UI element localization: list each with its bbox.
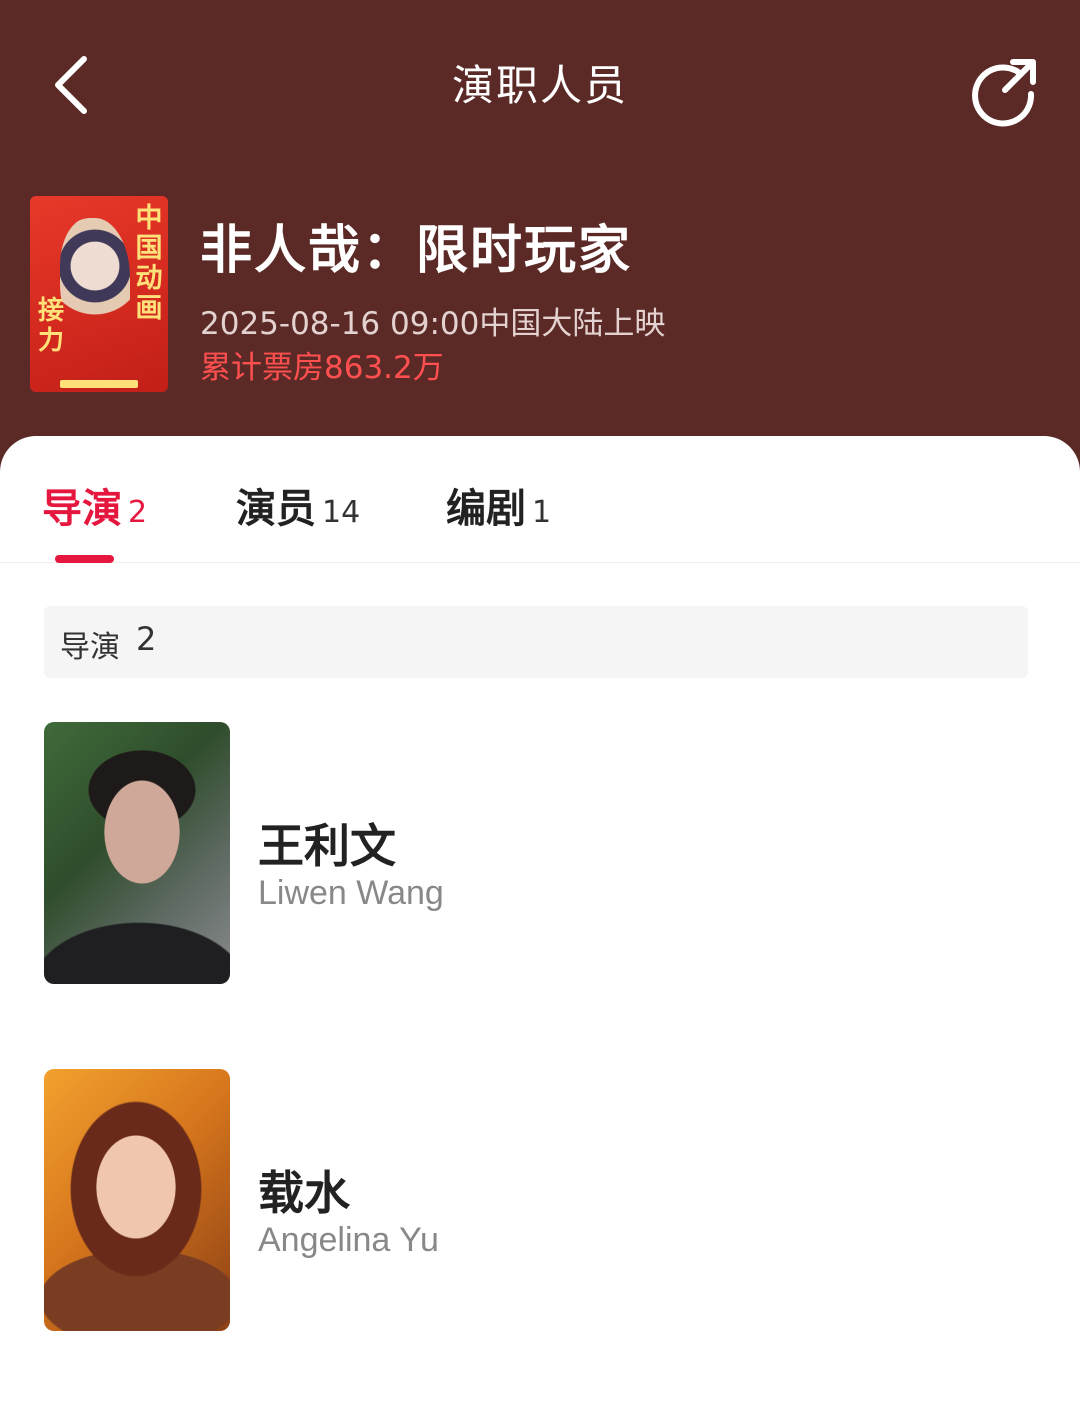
share-icon bbox=[972, 59, 1036, 127]
tab-actors[interactable]: 演员 14 bbox=[236, 476, 360, 536]
share-button[interactable] bbox=[965, 50, 1045, 130]
movie-title: 非人哉：限时玩家 bbox=[200, 221, 633, 281]
tab-label: 导演 bbox=[42, 486, 122, 532]
person-english-name: Liwen Wang bbox=[258, 874, 444, 912]
tab-count: 2 bbox=[128, 495, 148, 530]
top-bar: 演职人员 bbox=[0, 0, 1080, 165]
tab-bar: 导演 2 演员 14 编剧 1 bbox=[0, 436, 1080, 563]
release-date: 2025-08-16 09:00中国大陆上映 bbox=[200, 306, 666, 342]
person-name: 载水 bbox=[258, 1166, 350, 1220]
tab-count: 14 bbox=[322, 495, 361, 530]
avatar bbox=[44, 1069, 230, 1331]
person-name: 王利文 bbox=[258, 819, 396, 873]
movie-header: 中国动画 接力 非人哉：限时玩家 2025-08-16 09:00中国大陆上映 … bbox=[0, 190, 1080, 400]
tab-count: 1 bbox=[532, 495, 552, 530]
active-tab-indicator bbox=[55, 555, 114, 563]
avatar bbox=[44, 722, 230, 984]
page-title: 演职人员 bbox=[451, 61, 628, 110]
content-sheet: 导演 2 演员 14 编剧 1 导演 2 王利文 Liwen Wang 载水 Ange… bbox=[0, 436, 1080, 1408]
tab-writers[interactable]: 编剧 1 bbox=[446, 476, 551, 536]
tab-label: 演员 bbox=[236, 486, 316, 532]
person-item[interactable]: 王利文 Liwen Wang bbox=[44, 722, 1034, 984]
tab-directors[interactable]: 导演 2 bbox=[42, 476, 147, 536]
poster-date-strip bbox=[60, 380, 138, 388]
tab-label: 编剧 bbox=[446, 486, 526, 532]
section-label: 导演 bbox=[60, 630, 120, 665]
poster-text-left: 接力 bbox=[37, 296, 64, 356]
box-office: 累计票房863.2万 bbox=[200, 350, 444, 386]
section-count: 2 bbox=[136, 620, 157, 658]
poster-text-right: 中国动画 bbox=[135, 203, 163, 324]
person-english-name: Angelina Yu bbox=[258, 1221, 439, 1259]
person-item[interactable]: 载水 Angelina Yu bbox=[44, 1069, 1034, 1331]
section-header: 导演 2 bbox=[44, 606, 1028, 678]
poster-character-art bbox=[60, 218, 130, 338]
movie-poster[interactable]: 中国动画 接力 bbox=[30, 196, 168, 392]
